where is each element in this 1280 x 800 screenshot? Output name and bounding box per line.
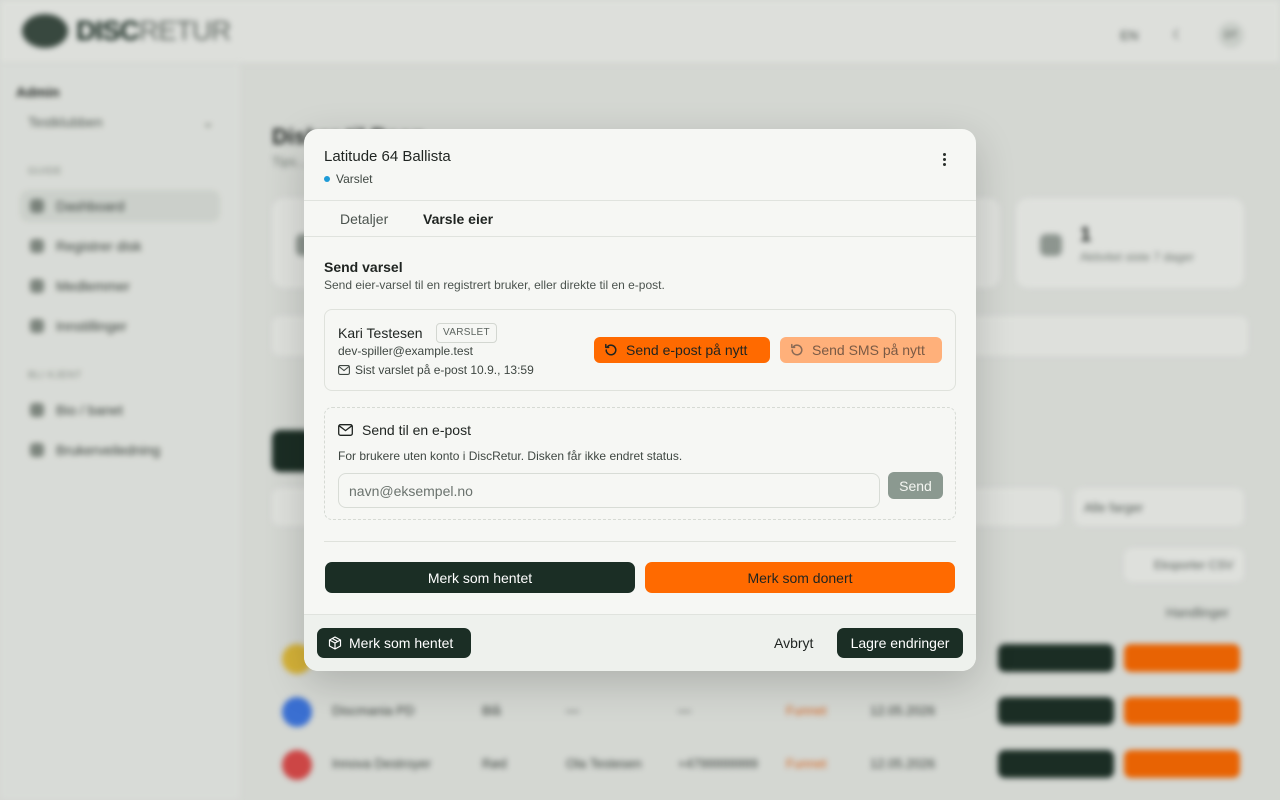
send-to-email-description: For brukere uten konto i DiscRetur. Disk… <box>338 449 683 463</box>
mail-icon <box>338 424 353 436</box>
tab-notify-owner[interactable]: Varsle eier <box>423 211 493 227</box>
recipient-card: Kari Testesen VARSLET dev-spiller@exampl… <box>324 309 956 391</box>
package-icon <box>328 636 342 650</box>
mail-icon <box>338 365 350 375</box>
send-to-email-card: Send til en e-post For brukere uten kont… <box>324 407 956 520</box>
send-to-email-heading: Send til en e-post <box>338 422 471 438</box>
status-dot-icon <box>324 176 330 182</box>
email-field[interactable] <box>338 473 880 508</box>
status-badge: Varslet <box>324 172 372 186</box>
modal-footer: Merk som hentet Avbryt Lagre endringer <box>304 614 976 671</box>
divider <box>324 541 956 542</box>
mark-collected-button[interactable]: Merk som hentet <box>325 562 635 593</box>
last-notified: Sist varslet på e-post 10.9., 13:59 <box>338 363 534 377</box>
more-options-icon[interactable] <box>934 149 954 169</box>
tab-details[interactable]: Detaljer <box>340 211 388 227</box>
modal-tabs: Detaljer Varsle eier <box>304 200 976 237</box>
footer-mark-collected-button[interactable]: Merk som hentet <box>317 628 471 658</box>
refresh-icon <box>605 343 617 356</box>
resend-email-button[interactable]: Send e-post på nytt <box>594 337 770 363</box>
recipient-name: Kari Testesen <box>338 325 423 341</box>
mark-donated-button[interactable]: Merk som donert <box>645 562 955 593</box>
refresh-icon <box>791 343 803 356</box>
section-title: Send varsel <box>324 259 403 275</box>
disc-modal: Latitude 64 Ballista Varslet Detaljer Va… <box>304 129 976 671</box>
resend-sms-button[interactable]: Send SMS på nytt <box>780 337 942 363</box>
modal-title: Latitude 64 Ballista <box>324 148 451 165</box>
save-button[interactable]: Lagre endringer <box>837 628 963 658</box>
cancel-button[interactable]: Avbryt <box>774 635 813 651</box>
send-email-button[interactable]: Send <box>888 472 943 499</box>
notified-badge: VARSLET <box>436 323 497 343</box>
section-subtitle: Send eier-varsel til en registrert bruke… <box>324 278 665 292</box>
recipient-email: dev-spiller@example.test <box>338 344 473 358</box>
